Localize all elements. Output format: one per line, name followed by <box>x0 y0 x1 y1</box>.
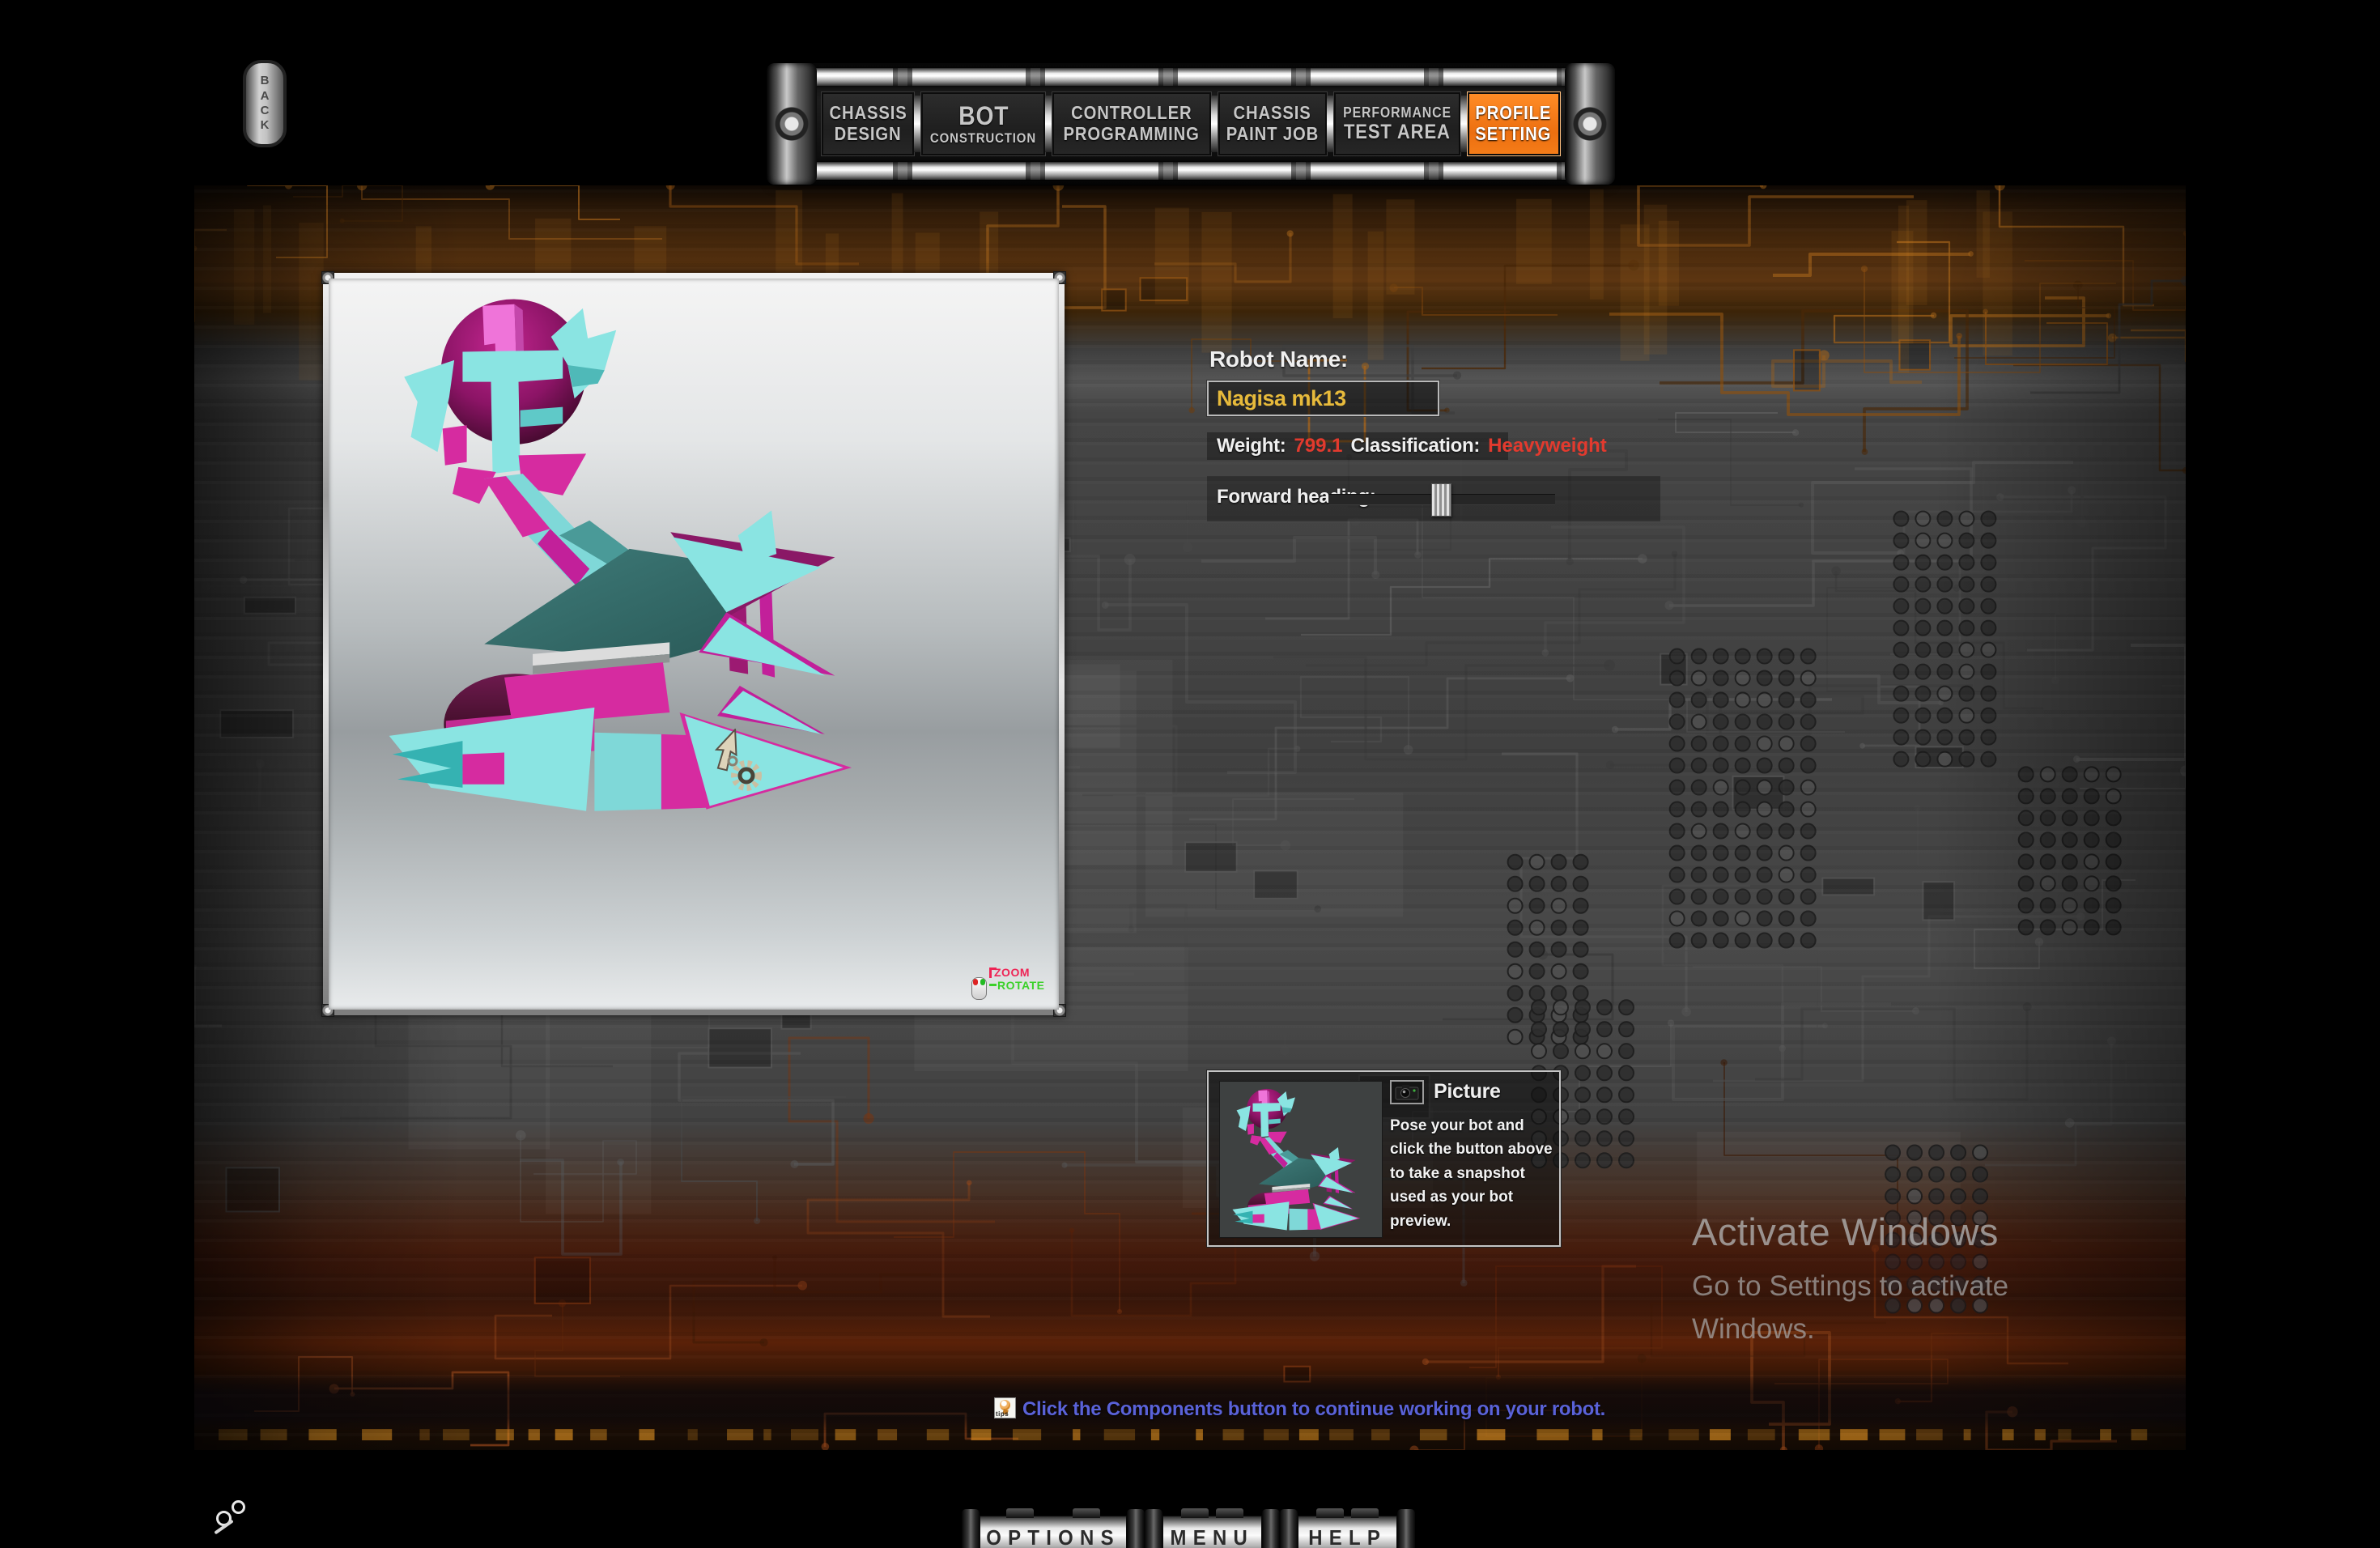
take-snapshot-button[interactable] <box>1390 1080 1424 1104</box>
button-label: MENU <box>1170 1525 1255 1548</box>
forward-heading-slider-handle[interactable] <box>1431 483 1451 517</box>
back-button-letter: C <box>260 104 270 117</box>
metal-cap <box>1397 1509 1416 1548</box>
tab-label-line2: TEST AREA <box>1343 121 1451 144</box>
back-button-letter: K <box>260 118 270 133</box>
tab-performance-test-area[interactable]: PERFORMANCE TEST AREA <box>1332 91 1461 156</box>
clamp-nub <box>1315 1508 1344 1518</box>
robot-3d-viewport[interactable]: ZOOM ROTATE <box>329 279 1059 1010</box>
tab-label-line1: CHASSIS <box>1233 102 1311 124</box>
forward-heading-slider-track[interactable] <box>1328 483 1555 517</box>
tips-icon-label: tips <box>996 1410 1009 1418</box>
robot-name-label: Robot Name: <box>1209 347 1348 372</box>
classification-label: Classification: <box>1350 435 1481 457</box>
nav-separator <box>1045 96 1053 152</box>
nav-separator <box>914 96 922 152</box>
robot-name-input[interactable] <box>1206 380 1440 417</box>
nav-rail-top <box>780 68 1602 86</box>
tab-label-line2: PROGRAMMING <box>1063 123 1201 144</box>
metal-strip[interactable]: HELP <box>1298 1508 1398 1548</box>
back-button-letter: B <box>260 74 270 88</box>
tab-label-line2: DESIGN <box>834 123 902 144</box>
tab-chassis-design[interactable]: CHASSIS DESIGN <box>820 91 916 156</box>
cursor-arrow-gear-icon <box>714 729 762 791</box>
nav-rail-bottom <box>780 162 1602 180</box>
metal-cap <box>962 1509 980 1548</box>
camera-icon <box>1395 1085 1419 1100</box>
tab-chassis-paint-job[interactable]: CHASSIS PAINT JOB <box>1217 91 1328 156</box>
zoom-label: ZOOM <box>994 966 1030 979</box>
picture-description: Pose your bot and click the button above… <box>1390 1117 1553 1230</box>
weight-label: Weight: <box>1217 435 1286 457</box>
tab-profile-setting[interactable]: PROFILE SETTING <box>1466 91 1562 156</box>
bot-snapshot-thumbnail <box>1219 1081 1383 1238</box>
metal-cap <box>1127 1509 1145 1548</box>
back-button-letter: A <box>260 88 270 103</box>
back-button[interactable]: BACK <box>243 60 287 147</box>
button-label: OPTIONS <box>986 1525 1120 1548</box>
tab-label-line1: CONTROLLER <box>1071 102 1192 124</box>
picture-panel: Picture Pose your bot and click the butt… <box>1206 1070 1562 1248</box>
nav-endcap-right <box>1565 63 1615 185</box>
mouse-icon <box>971 977 987 1000</box>
metal-strip[interactable]: MENU <box>1162 1508 1263 1548</box>
help-button[interactable]: HELP <box>1280 1501 1416 1548</box>
decor-ring-icon <box>232 1500 245 1514</box>
tab-label-line1: CHASSIS <box>829 102 907 124</box>
bot-snapshot-image <box>1232 1088 1361 1231</box>
menu-button[interactable]: MENU <box>1145 1501 1281 1548</box>
clamp-nub <box>1180 1508 1209 1518</box>
tab-label-line1: PROFILE <box>1475 102 1552 124</box>
nav-separator <box>1210 96 1218 152</box>
nav-endcap-left <box>767 63 817 185</box>
tab-controller-programming[interactable]: CONTROLLER PROGRAMMING <box>1052 91 1212 156</box>
metal-cap <box>1145 1509 1163 1548</box>
clamp-nub <box>1216 1508 1244 1518</box>
tip-message: Click the Components button to continue … <box>1022 1398 1606 1420</box>
top-nav-frame: CHASSIS DESIGN BOT CONSTRUCTION CONTROLLER PR… <box>767 63 1615 185</box>
tab-label-line2: PAINT JOB <box>1226 123 1319 144</box>
button-label: HELP <box>1308 1525 1387 1548</box>
nav-separator <box>1460 96 1468 152</box>
clamp-nub <box>1006 1508 1035 1518</box>
picture-title: Picture <box>1434 1080 1501 1103</box>
robot-preview-frame: ZOOM ROTATE <box>321 271 1066 1017</box>
clamp-nub <box>1351 1508 1379 1518</box>
metal-cap <box>1262 1509 1281 1548</box>
weight-classification-bar: Weight: 799.1 Classification: Heavyweigh… <box>1207 432 1607 460</box>
tab-bot-construction[interactable]: BOT CONSTRUCTION <box>920 91 1047 156</box>
tab-label-line2: SETTING <box>1475 123 1552 144</box>
robot-model <box>389 299 852 811</box>
metal-strip[interactable]: OPTIONS <box>980 1508 1128 1548</box>
forward-heading-row: Forward heading: <box>1207 476 1660 521</box>
rotate-label: ROTATE <box>997 979 1045 992</box>
metal-cap <box>1280 1509 1298 1548</box>
rotate-dash <box>989 984 997 986</box>
tab-label-line1: PERFORMANCE <box>1342 104 1451 121</box>
weight-value: 799.1 <box>1294 435 1343 457</box>
classification-value: Heavyweight <box>1488 435 1607 457</box>
tab-label-line2: CONSTRUCTION <box>930 130 1037 147</box>
nav-separator <box>1326 96 1334 152</box>
nav-tabs: CHASSIS DESIGN BOT CONSTRUCTION CONTROLLER PR… <box>820 91 1562 156</box>
game-screen: BACK CHASSIS DESIGN BOT CONSTRUCTION CONTROL… <box>0 0 2380 1548</box>
mouse-legend: ZOOM ROTATE <box>971 966 1054 1008</box>
bottom-button-bar: OPTIONS MENU HELP <box>962 1501 1416 1548</box>
tips-lightbulb-icon: tips <box>994 1397 1016 1418</box>
tab-label-line1: BOT <box>958 100 1009 130</box>
options-button[interactable]: OPTIONS <box>962 1501 1145 1548</box>
clamp-nub <box>1072 1508 1100 1518</box>
